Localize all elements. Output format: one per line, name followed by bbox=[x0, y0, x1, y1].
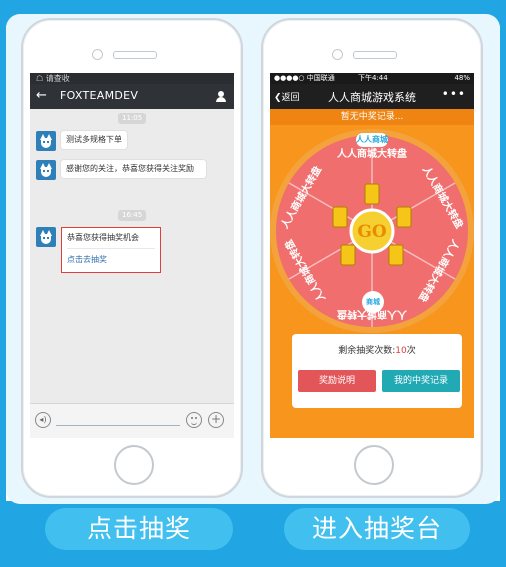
remaining-draws: 剩余抽奖次数:10次 bbox=[292, 343, 462, 356]
message-bubble: 感谢您的关注，恭喜您获得关注奖励 bbox=[61, 160, 206, 178]
emoji-icon[interactable] bbox=[186, 412, 202, 428]
timestamp: 11:05 bbox=[118, 113, 147, 124]
prize-ticker: 暂无中奖记录... bbox=[270, 109, 474, 125]
right-phone-frame: ●●●●○ 中国联通 下午4:44 48% ❮返回 人人商城游戏系统 ••• 暂… bbox=[261, 18, 483, 498]
brand-logo-small: 商城 bbox=[362, 291, 384, 313]
lottery-page: 暂无中奖记录... 人人商城大转盘 人人商城大转盘 人人商城大转盘 人人商城大转… bbox=[270, 109, 474, 438]
card-title: 恭喜您获得抽奖机会 bbox=[67, 233, 139, 242]
chat-title: FOXTEAMDEV bbox=[60, 89, 139, 102]
lottery-info-panel: 剩余抽奖次数:10次 奖励说明 我的中奖记录 bbox=[292, 334, 462, 408]
input-bar: ◂) + bbox=[30, 403, 234, 438]
speaker-grille bbox=[113, 51, 157, 59]
lottery-card[interactable]: 恭喜您获得抽奖机会 点击去抽奖 bbox=[61, 227, 161, 273]
profile-icon[interactable] bbox=[216, 91, 226, 102]
go-label[interactable]: GO bbox=[357, 222, 387, 242]
status-text: 请查收 bbox=[45, 74, 70, 83]
message-bubble: 测试多规格下单 bbox=[61, 131, 127, 149]
avatar[interactable] bbox=[36, 160, 56, 180]
left-phone-screen: ☖ 请查收 ← FOXTEAMDEV 11:05 测试多规格下单 感谢您的关注，… bbox=[30, 73, 234, 438]
left-phone-frame: ☖ 请查收 ← FOXTEAMDEV 11:05 测试多规格下单 感谢您的关注，… bbox=[21, 18, 243, 498]
canvas: ☖ 请查收 ← FOXTEAMDEV 11:05 测试多规格下单 感谢您的关注，… bbox=[0, 0, 506, 567]
remaining-prefix: 剩余抽奖次数: bbox=[338, 346, 396, 356]
brand-logo: 人人商城 bbox=[356, 133, 388, 147]
remaining-suffix: 次 bbox=[406, 346, 416, 356]
chat-area: 11:05 测试多规格下单 感谢您的关注，恭喜您获得关注奖励 16:45 恭喜您… bbox=[30, 109, 234, 404]
card-link[interactable]: 点击去抽奖 bbox=[67, 254, 107, 265]
avatar[interactable] bbox=[36, 131, 56, 151]
home-button[interactable] bbox=[114, 445, 154, 485]
message-input[interactable] bbox=[56, 425, 180, 426]
camera-icon bbox=[332, 49, 343, 60]
status-bar: ●●●●○ 中国联通 下午4:44 48% bbox=[270, 73, 474, 84]
more-icon[interactable]: ••• bbox=[442, 87, 466, 101]
clock-text: 下午4:44 bbox=[358, 74, 388, 82]
chat-header: ← FOXTEAMDEV bbox=[30, 84, 234, 109]
back-arrow-icon[interactable]: ← bbox=[36, 88, 47, 104]
card-divider bbox=[67, 248, 155, 249]
wheel-sector-label: 人人商城大转盘 bbox=[337, 147, 407, 160]
avatar[interactable] bbox=[36, 227, 56, 247]
timestamp: 16:45 bbox=[118, 210, 147, 221]
status-bar: ☖ 请查收 bbox=[30, 73, 234, 84]
battery-text: 48% bbox=[454, 74, 470, 82]
my-records-button[interactable]: 我的中奖记录 bbox=[382, 370, 460, 392]
carrier-text: ●●●●○ 中国联通 bbox=[274, 74, 335, 82]
home-button[interactable] bbox=[354, 445, 394, 485]
click-to-draw-button[interactable]: 点击抽奖 bbox=[45, 508, 233, 550]
voice-icon[interactable]: ◂) bbox=[35, 412, 51, 428]
speaker-grille bbox=[353, 51, 397, 59]
remaining-count: 10 bbox=[395, 346, 407, 356]
right-phone-screen: ●●●●○ 中国联通 下午4:44 48% ❮返回 人人商城游戏系统 ••• 暂… bbox=[270, 73, 474, 438]
plus-icon[interactable]: + bbox=[208, 412, 224, 428]
rules-button[interactable]: 奖励说明 bbox=[298, 370, 376, 392]
page-header: ❮返回 人人商城游戏系统 ••• bbox=[270, 84, 474, 109]
camera-icon bbox=[92, 49, 103, 60]
background-right bbox=[500, 0, 506, 567]
notification-icon: ☖ bbox=[36, 74, 46, 83]
enter-lottery-button[interactable]: 进入抽奖台 bbox=[284, 508, 470, 550]
